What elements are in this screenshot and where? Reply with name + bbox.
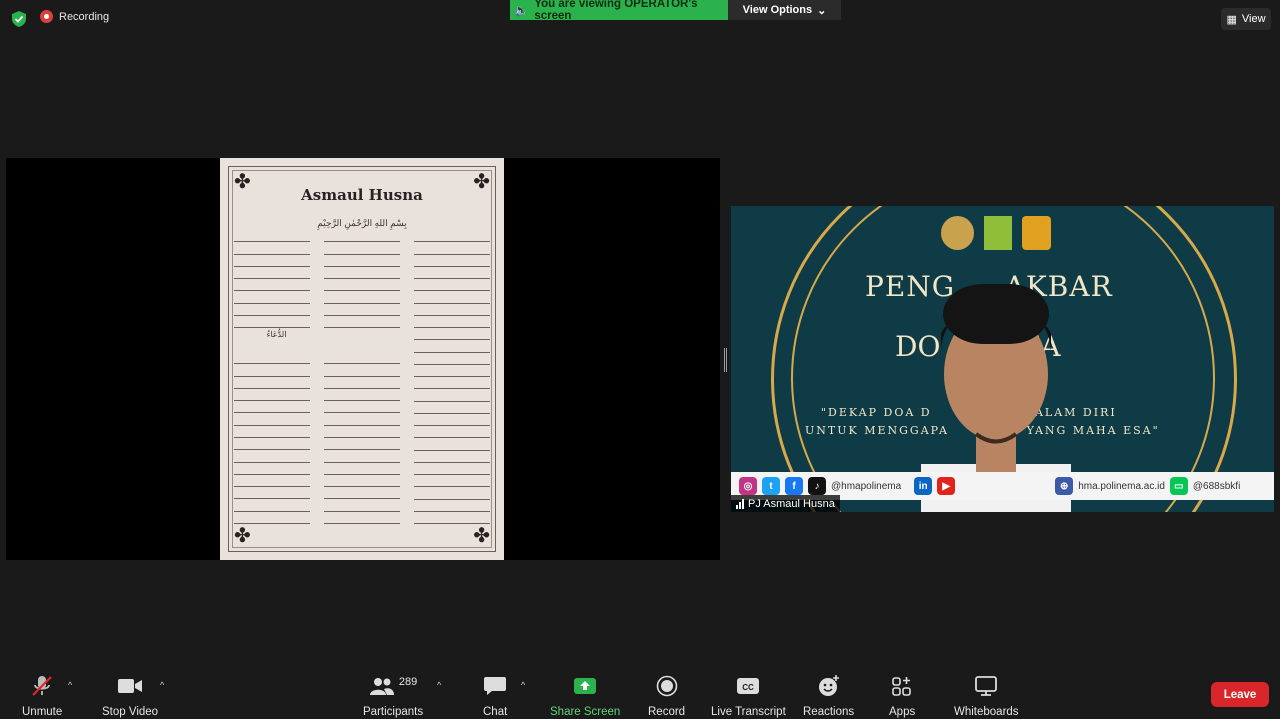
twitter-icon: t	[762, 477, 780, 495]
audio-options-caret-icon[interactable]: ^	[68, 680, 72, 690]
website-text: hma.polinema.ac.id	[1078, 480, 1165, 492]
record-icon	[656, 675, 677, 697]
arabic-column-right	[414, 234, 490, 524]
unmute-label: Unmute	[22, 706, 63, 718]
ornament-icon: ✤	[473, 525, 490, 547]
live-transcript-label: Live Transcript	[711, 706, 786, 718]
globe-icon: ⊕	[1055, 477, 1074, 495]
video-options-caret-icon[interactable]: ^	[160, 680, 164, 690]
social-handle: @hmapolinema	[831, 480, 902, 492]
view-options-label: View Options	[742, 4, 813, 16]
linkedin-icon: in	[914, 477, 933, 495]
document-title: Asmaul Husna	[301, 186, 423, 204]
speaker-video[interactable]: PENG AKBAR DO MA "DEKAP DOA D IAR DALAM …	[731, 206, 1274, 512]
chat-options-caret-icon[interactable]: ^	[521, 680, 525, 690]
viewing-label: You are viewing OPERATOR's screen	[534, 0, 698, 22]
arabic-column-middle	[324, 234, 400, 524]
shared-screen: ✤ ✤ ✤ ✤ Asmaul Husna بِسْمِ اللهِ الرَّح…	[6, 158, 720, 560]
tiktok-icon: ♪	[808, 477, 826, 495]
speaker-icon: 🔈	[514, 5, 529, 17]
view-button[interactable]: ▦ View	[1221, 8, 1271, 30]
splitter-handle[interactable]	[724, 348, 727, 372]
share-screen-label: Share Screen	[550, 706, 621, 718]
stop-video-button[interactable]: Stop Video	[102, 673, 158, 718]
chat-button[interactable]: Chat	[483, 673, 507, 718]
apps-label: Apps	[889, 706, 916, 718]
line-id-text: @688sbkfi	[1192, 480, 1241, 492]
facebook-icon: f	[785, 477, 803, 495]
view-label: View	[1241, 13, 1266, 25]
participant-name-tag: PJ Asmaul Husna	[731, 495, 840, 512]
whiteboard-icon	[975, 676, 998, 696]
record-label: Record	[648, 706, 686, 718]
apps-button[interactable]: Apps	[889, 673, 915, 718]
asmaul-husna-document: ✤ ✤ ✤ ✤ Asmaul Husna بِسْمِ اللهِ الرَّح…	[220, 158, 504, 560]
participants-button[interactable]: 289 Participants	[363, 673, 423, 718]
chat-label: Chat	[483, 706, 508, 718]
line-icon: ▭	[1169, 477, 1188, 495]
meeting-toolbar: Unmute ^ Stop Video ^ 289 Participants ^…	[0, 663, 1280, 719]
logo-icon	[941, 216, 975, 250]
signal-bars-icon	[736, 498, 744, 509]
instagram-icon: ◎	[739, 477, 757, 495]
leave-button[interactable]: Leave	[1211, 682, 1269, 707]
ornament-icon: ✤	[234, 525, 251, 547]
participants-icon	[369, 678, 394, 695]
security-shield-icon[interactable]	[10, 10, 28, 28]
logos	[941, 216, 1051, 252]
participants-count: 289	[398, 676, 418, 688]
stop-video-label: Stop Video	[102, 706, 159, 718]
apps-icon	[892, 677, 911, 696]
record-button[interactable]: Record	[648, 673, 685, 718]
chevron-down-icon: ⌄	[817, 4, 827, 17]
whiteboards-button[interactable]: Whiteboards	[954, 673, 1019, 718]
muted-microphone-icon	[32, 676, 52, 696]
recording-label: Recording	[59, 10, 110, 23]
logo-icon	[1021, 216, 1051, 250]
smiley-plus-icon	[818, 675, 839, 696]
share-screen-icon	[574, 678, 597, 694]
participant-name: PJ Asmaul Husna	[748, 497, 835, 510]
recording-icon	[40, 10, 53, 23]
arabic-column-left	[234, 234, 310, 524]
grid-view-icon: ▦	[1226, 13, 1237, 26]
participants-options-caret-icon[interactable]: ^	[437, 680, 441, 690]
unmute-button[interactable]: Unmute	[22, 673, 62, 718]
viewing-screen-banner: 🔈 You are viewing OPERATOR's screen	[510, 0, 728, 22]
svg-text:CC: CC	[743, 683, 755, 692]
reactions-button[interactable]: Reactions	[803, 673, 854, 718]
chat-bubble-icon	[484, 677, 507, 695]
live-transcript-button[interactable]: CC Live Transcript	[711, 673, 786, 718]
youtube-icon: ▶	[937, 477, 956, 495]
logo-icon	[984, 216, 1012, 250]
closed-captions-icon: CC	[737, 678, 760, 694]
arabic-text-columns	[234, 234, 490, 524]
section-heading: الدُّعَاءُ	[234, 330, 319, 339]
view-options-button[interactable]: View Options ⌄	[728, 0, 841, 20]
whiteboards-label: Whiteboards	[954, 706, 1019, 718]
share-screen-button[interactable]: Share Screen	[550, 673, 620, 718]
participants-label: Participants	[363, 706, 424, 718]
recording-indicator[interactable]: Recording	[40, 10, 109, 23]
video-camera-icon	[118, 679, 143, 693]
bismillah-text: بِسْمِ اللهِ الرَّحْمٰنِ الرَّحِيْمِ	[317, 218, 407, 228]
reactions-label: Reactions	[803, 706, 855, 718]
